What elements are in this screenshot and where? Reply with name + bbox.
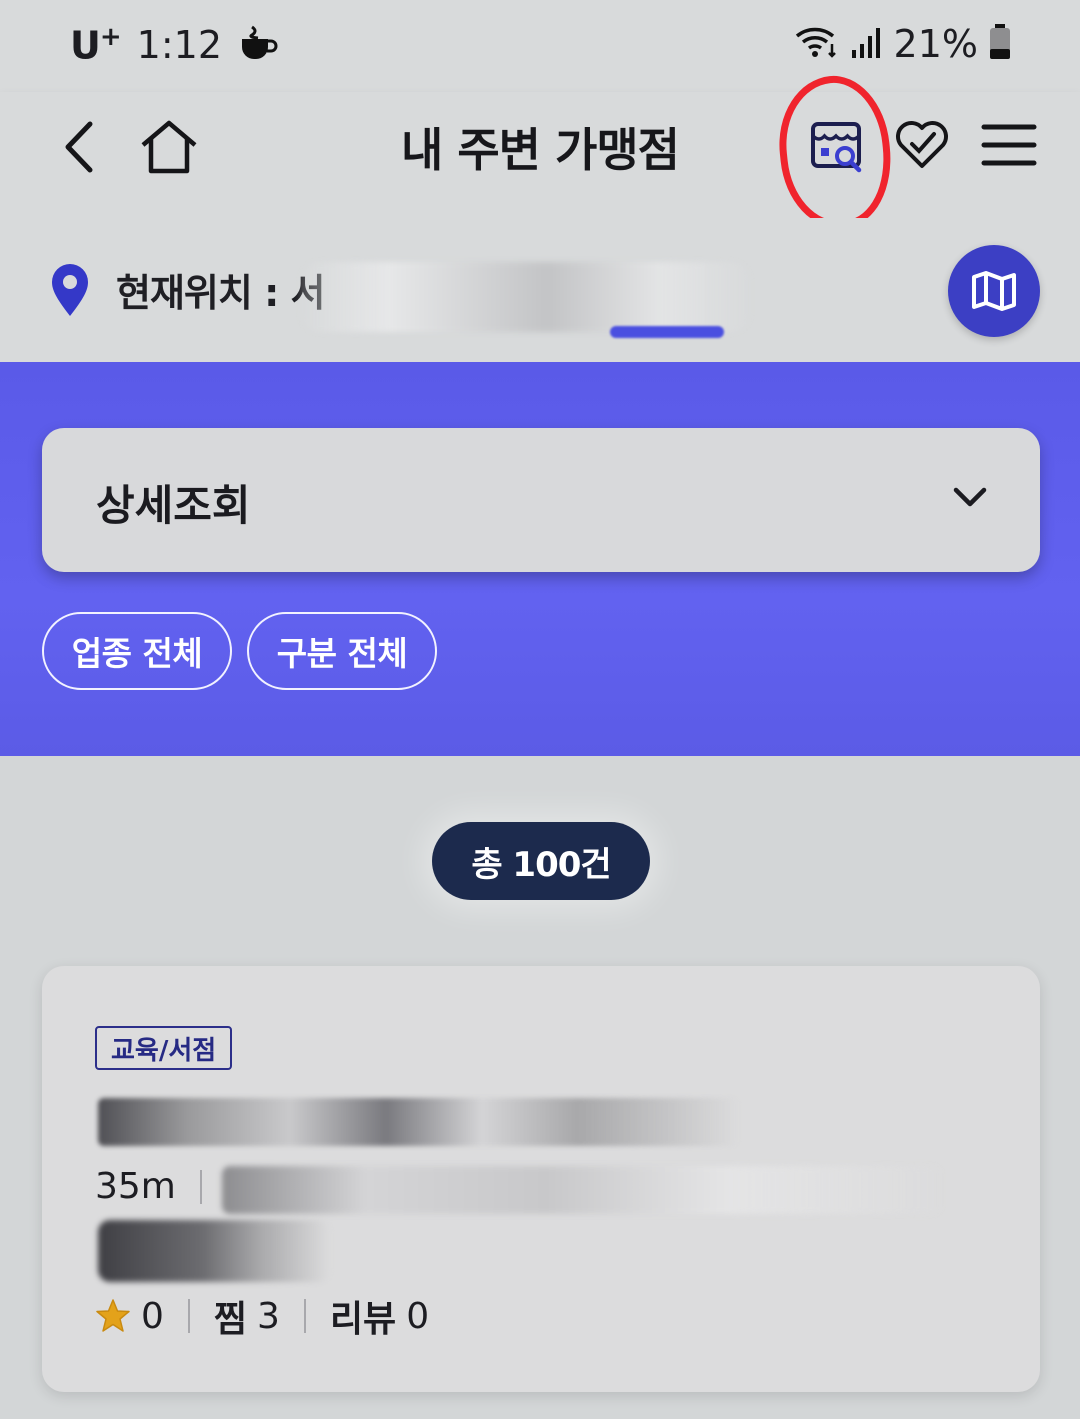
coffee-icon [238, 25, 278, 65]
reviews-label: 리뷰 [329, 1299, 397, 1340]
heart-check-icon [896, 121, 948, 168]
favorites-label: 찜 [213, 1299, 248, 1340]
star-icon [96, 1299, 130, 1332]
status-right: 21% [794, 22, 1012, 66]
current-location-label: 현재위치 : 서 [116, 271, 325, 315]
meta-row: 35m [95, 1166, 226, 1207]
favorites-button[interactable] [888, 108, 956, 180]
rating-stat: 0 [95, 1296, 164, 1337]
address-redaction-2 [98, 1220, 330, 1282]
signal-icon [850, 24, 884, 64]
favorites-value: 3 [257, 1295, 280, 1337]
reviews-value: 0 [406, 1295, 430, 1337]
type-filter-chip[interactable]: 구분 전체 [247, 612, 437, 690]
menu-icon [981, 124, 1037, 166]
rating-value: 0 [141, 1295, 164, 1337]
category-filter-chip[interactable]: 업종 전체 [42, 612, 232, 690]
divider [187, 1299, 190, 1333]
location-pin-icon [44, 262, 96, 322]
clock: 1:12 [136, 22, 222, 67]
store-card[interactable]: 교육/서점 35m 0 찜 3 리뷰 0 [42, 966, 1040, 1392]
carrier-label: U+ [70, 22, 122, 68]
map-button[interactable] [948, 245, 1040, 337]
carrier-sup: + [99, 22, 122, 52]
back-button[interactable] [48, 112, 108, 182]
app-header: 내 주변 가맹점 [0, 92, 1080, 218]
location-row: 현재위치 : 서 [0, 218, 1080, 362]
carrier-name: U [70, 23, 101, 68]
status-bar: U+ 1:12 21% [0, 0, 1080, 92]
stats-row: 0 찜 3 리뷰 0 [95, 1290, 429, 1342]
filter-band: 상세조회 업종 전체 구분 전체 [0, 362, 1080, 756]
divider [199, 1169, 202, 1204]
divider [303, 1299, 306, 1333]
status-left: U+ 1:12 [70, 22, 278, 68]
chevron-down-icon [953, 487, 987, 507]
battery-icon [988, 23, 1012, 65]
menu-button[interactable] [974, 112, 1044, 178]
detail-select-label: 상세조회 [96, 481, 251, 530]
page-title: 내 주변 가맹점 [401, 123, 680, 177]
store-name-redaction [98, 1098, 738, 1146]
store-search-icon [811, 122, 862, 173]
favorites-stat: 찜 3 [214, 1290, 280, 1342]
map-icon [972, 271, 1016, 311]
reviews-stat: 리뷰 0 [330, 1290, 429, 1342]
distance: 35m [95, 1166, 176, 1207]
wifi-icon [794, 24, 840, 64]
address-redaction [222, 1166, 942, 1214]
store-search-button[interactable] [800, 106, 874, 186]
category-tag: 교육/서점 [95, 1026, 233, 1070]
home-button[interactable] [132, 112, 206, 182]
location-underline [610, 326, 724, 338]
location-redaction [300, 262, 750, 332]
home-icon [141, 120, 197, 174]
back-icon [65, 121, 93, 173]
battery-percent: 21% [893, 22, 978, 66]
detail-select[interactable]: 상세조회 [42, 428, 1040, 572]
total-count-badge: 총 100건 [432, 822, 650, 900]
